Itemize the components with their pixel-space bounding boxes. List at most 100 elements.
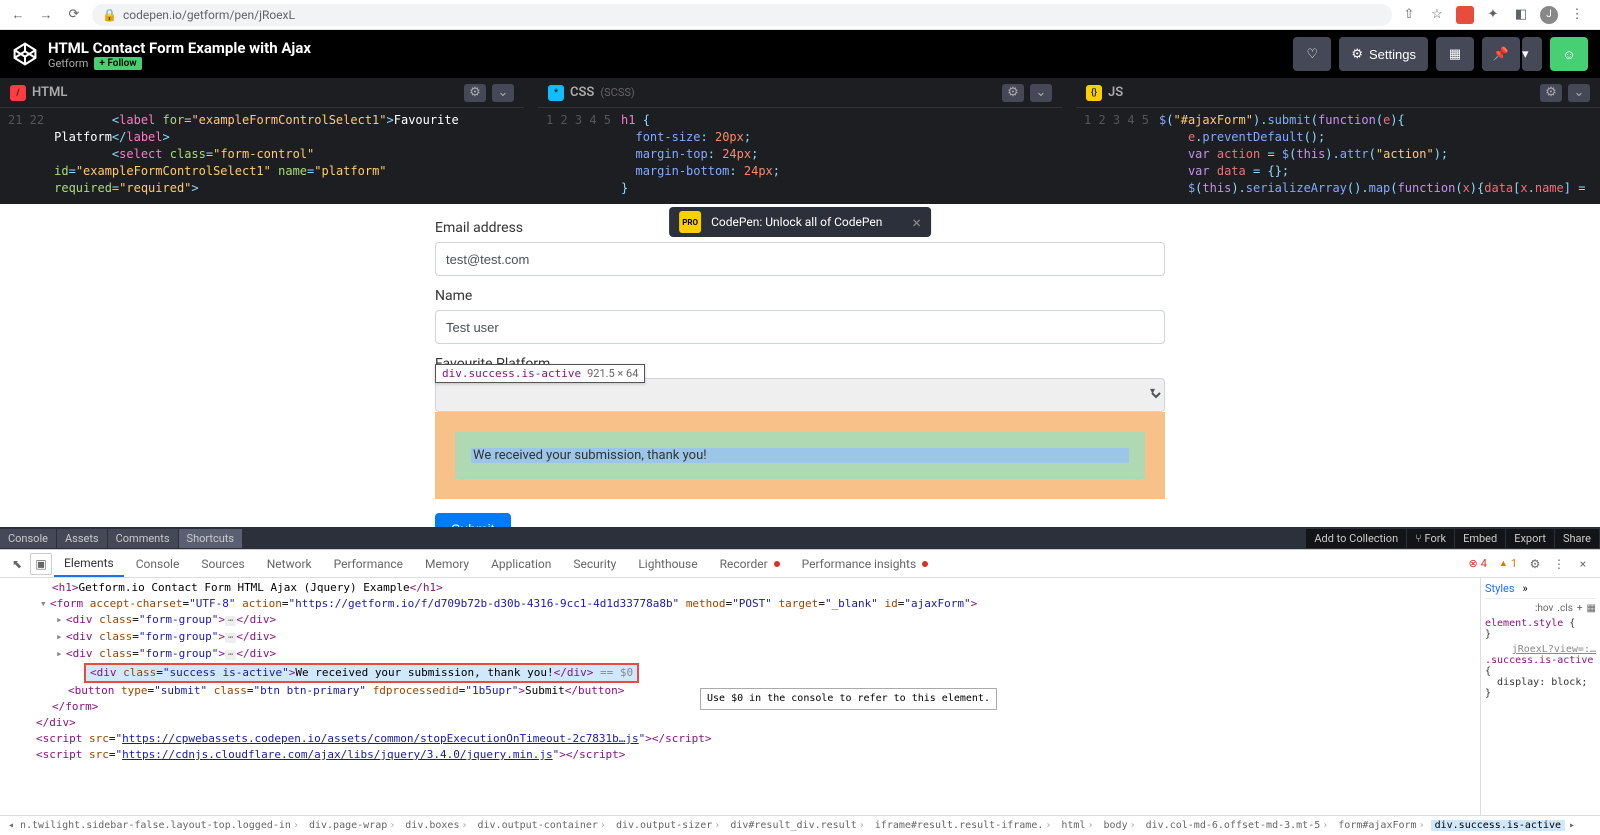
html-code-area[interactable]: 21 22 <label for="exampleFormControlSele… (0, 108, 524, 204)
tab-network[interactable]: Network (257, 552, 322, 576)
close-icon[interactable]: × (912, 213, 921, 232)
js-pane-label: JS (1108, 85, 1123, 100)
devtools-panel: ⬉ ▣ Elements Console Sources Network Per… (0, 549, 1600, 835)
hov-toggle[interactable]: :hov (1535, 603, 1553, 614)
platform-select[interactable] (435, 378, 1165, 412)
css-pane-sublabel: (SCSS) (600, 86, 634, 99)
tab-sources[interactable]: Sources (191, 552, 254, 576)
css-badge-icon: * (548, 85, 564, 101)
pen-title: HTML Contact Form Example with Ajax (48, 39, 1283, 57)
email-input[interactable] (435, 242, 1165, 276)
js-code-area[interactable]: 1 2 3 4 5 $("#ajaxForm").submit(function… (1076, 108, 1600, 204)
styles-more-icon[interactable]: » (1523, 582, 1528, 595)
footer-export[interactable]: Export (1506, 529, 1554, 548)
menu-icon[interactable]: ⋮ (1568, 6, 1586, 24)
tab-lighthouse[interactable]: Lighthouse (628, 552, 707, 576)
address-bar[interactable]: 🔒 codepen.io/getform/pen/jRoexL (92, 4, 1392, 26)
codepen-header: HTML Contact Form Example with Ajax Getf… (0, 30, 1600, 78)
output-preview: Email address Name Favourite Platform di… (0, 204, 1600, 527)
css-editor: * CSS (SCSS) ⚙ ⌄ 1 2 3 4 5 h1 { font-siz… (538, 78, 1062, 204)
dom-tree[interactable]: <h1>Getform.io Contact Form HTML Ajax (J… (0, 578, 1480, 815)
warning-count-badge[interactable]: 1 (1494, 556, 1522, 571)
pen-author[interactable]: Getform (48, 57, 88, 70)
follow-button[interactable]: + Follow (94, 57, 141, 70)
success-message-text: We received your submission, thank you! (471, 448, 1129, 463)
gear-icon: ⚙ (1351, 46, 1363, 62)
pro-badge-icon: PRO (679, 211, 701, 233)
styles-filter-input[interactable] (1485, 603, 1531, 614)
pin-dropdown[interactable]: ▾ (1522, 37, 1542, 71)
footer-comments[interactable]: Comments (108, 529, 178, 548)
submit-button[interactable]: Submit (435, 513, 511, 527)
forward-button[interactable]: → (36, 5, 56, 25)
inspect-element-icon[interactable]: ⬉ (6, 553, 28, 575)
crumbs-right-icon[interactable]: ▸ (1565, 820, 1577, 831)
html-badge-icon: / (10, 85, 26, 101)
sidepanel-icon[interactable]: ◧ (1512, 6, 1530, 24)
pin-button[interactable]: 📌 (1482, 37, 1520, 71)
tab-insights[interactable]: Performance insights (792, 552, 939, 576)
promo-banner: PRO CodePen: Unlock all of CodePen × (669, 207, 931, 237)
device-toggle-icon[interactable]: ▣ (30, 553, 52, 575)
url-text: codepen.io/getform/pen/jRoexL (123, 8, 295, 22)
styles-tab[interactable]: Styles (1485, 582, 1515, 595)
tab-performance[interactable]: Performance (324, 552, 413, 576)
tab-recorder[interactable]: Recorder (710, 552, 790, 576)
html-editor: / HTML ⚙ ⌄ 21 22 <label for="exampleForm… (0, 78, 524, 204)
devtools-tabs: ⬉ ▣ Elements Console Sources Network Per… (0, 550, 1600, 578)
browser-toolbar: ← → ⟳ 🔒 codepen.io/getform/pen/jRoexL ⇧ … (0, 0, 1600, 30)
css-collapse-icon[interactable]: ⌄ (1030, 84, 1052, 102)
devtools-settings-icon[interactable]: ⚙ (1524, 553, 1546, 575)
devtools-menu-icon[interactable]: ⋮ (1548, 553, 1570, 575)
html-settings-icon[interactable]: ⚙ (464, 84, 486, 102)
settings-button[interactable]: ⚙Settings (1339, 37, 1428, 71)
footer-share[interactable]: Share (1555, 529, 1599, 548)
footer-embed[interactable]: Embed (1455, 529, 1505, 548)
selected-dom-node[interactable]: <div class="success is-active">We receiv… (84, 663, 639, 683)
profile-avatar[interactable]: J (1540, 6, 1558, 24)
js-collapse-icon[interactable]: ⌄ (1568, 84, 1590, 102)
footer-assets[interactable]: Assets (57, 529, 107, 548)
extension-icon[interactable] (1456, 6, 1474, 24)
footer-add-collection[interactable]: Add to Collection (1306, 529, 1406, 548)
new-style-icon[interactable]: + (1577, 603, 1583, 614)
love-button[interactable]: ♡ (1293, 37, 1331, 71)
dollar-zero-tooltip: Use $0 in the console to refer to this e… (700, 688, 997, 710)
breadcrumb-trail[interactable]: ◂ n.twilight.sidebar-false.layout-top.lo… (0, 815, 1600, 835)
back-button[interactable]: ← (8, 5, 28, 25)
crumbs-left-icon[interactable]: ◂ (4, 820, 16, 831)
html-pane-label: HTML (32, 85, 67, 100)
footer-shortcuts[interactable]: Shortcuts (179, 529, 243, 548)
html-collapse-icon[interactable]: ⌄ (492, 84, 514, 102)
codepen-logo[interactable] (12, 41, 38, 67)
name-label: Name (435, 288, 1165, 304)
share-icon[interactable]: ⇧ (1400, 6, 1418, 24)
tab-console[interactable]: Console (126, 552, 190, 576)
bookmark-icon[interactable]: ☆ (1428, 6, 1446, 24)
success-message-box: We received your submission, thank you! (435, 412, 1165, 499)
tab-security[interactable]: Security (563, 552, 626, 576)
js-badge-icon: {} (1086, 85, 1102, 101)
styles-panel: Styles » :hov .cls + ▦ element.style {} … (1480, 578, 1600, 815)
tab-application[interactable]: Application (481, 552, 561, 576)
editor-panes: / HTML ⚙ ⌄ 21 22 <label for="exampleForm… (0, 78, 1600, 204)
user-avatar-button[interactable]: ☺ (1550, 37, 1588, 71)
extensions-icon[interactable]: ✦ (1484, 6, 1502, 24)
css-code-area[interactable]: 1 2 3 4 5 h1 { font-size: 20px; margin-t… (538, 108, 1062, 204)
js-settings-icon[interactable]: ⚙ (1540, 84, 1562, 102)
view-button[interactable]: ▦ (1436, 37, 1474, 71)
tab-memory[interactable]: Memory (415, 552, 479, 576)
codepen-footer: Console Assets Comments Shortcuts Add to… (0, 527, 1600, 549)
cls-toggle[interactable]: .cls (1557, 603, 1572, 614)
promo-text[interactable]: CodePen: Unlock all of CodePen (711, 215, 882, 229)
element-inspect-tooltip: div.success.is-active 921.5 × 64 (435, 364, 645, 383)
tab-elements[interactable]: Elements (54, 551, 124, 577)
footer-console[interactable]: Console (0, 529, 56, 548)
footer-fork[interactable]: ⑂ Fork (1407, 529, 1454, 548)
name-input[interactable] (435, 310, 1165, 344)
devtools-close-icon[interactable]: × (1572, 553, 1594, 575)
css-settings-icon[interactable]: ⚙ (1002, 84, 1024, 102)
error-count-badge[interactable]: 4 (1463, 556, 1491, 571)
reload-button[interactable]: ⟳ (64, 5, 84, 25)
computed-icon[interactable]: ▦ (1587, 603, 1596, 614)
